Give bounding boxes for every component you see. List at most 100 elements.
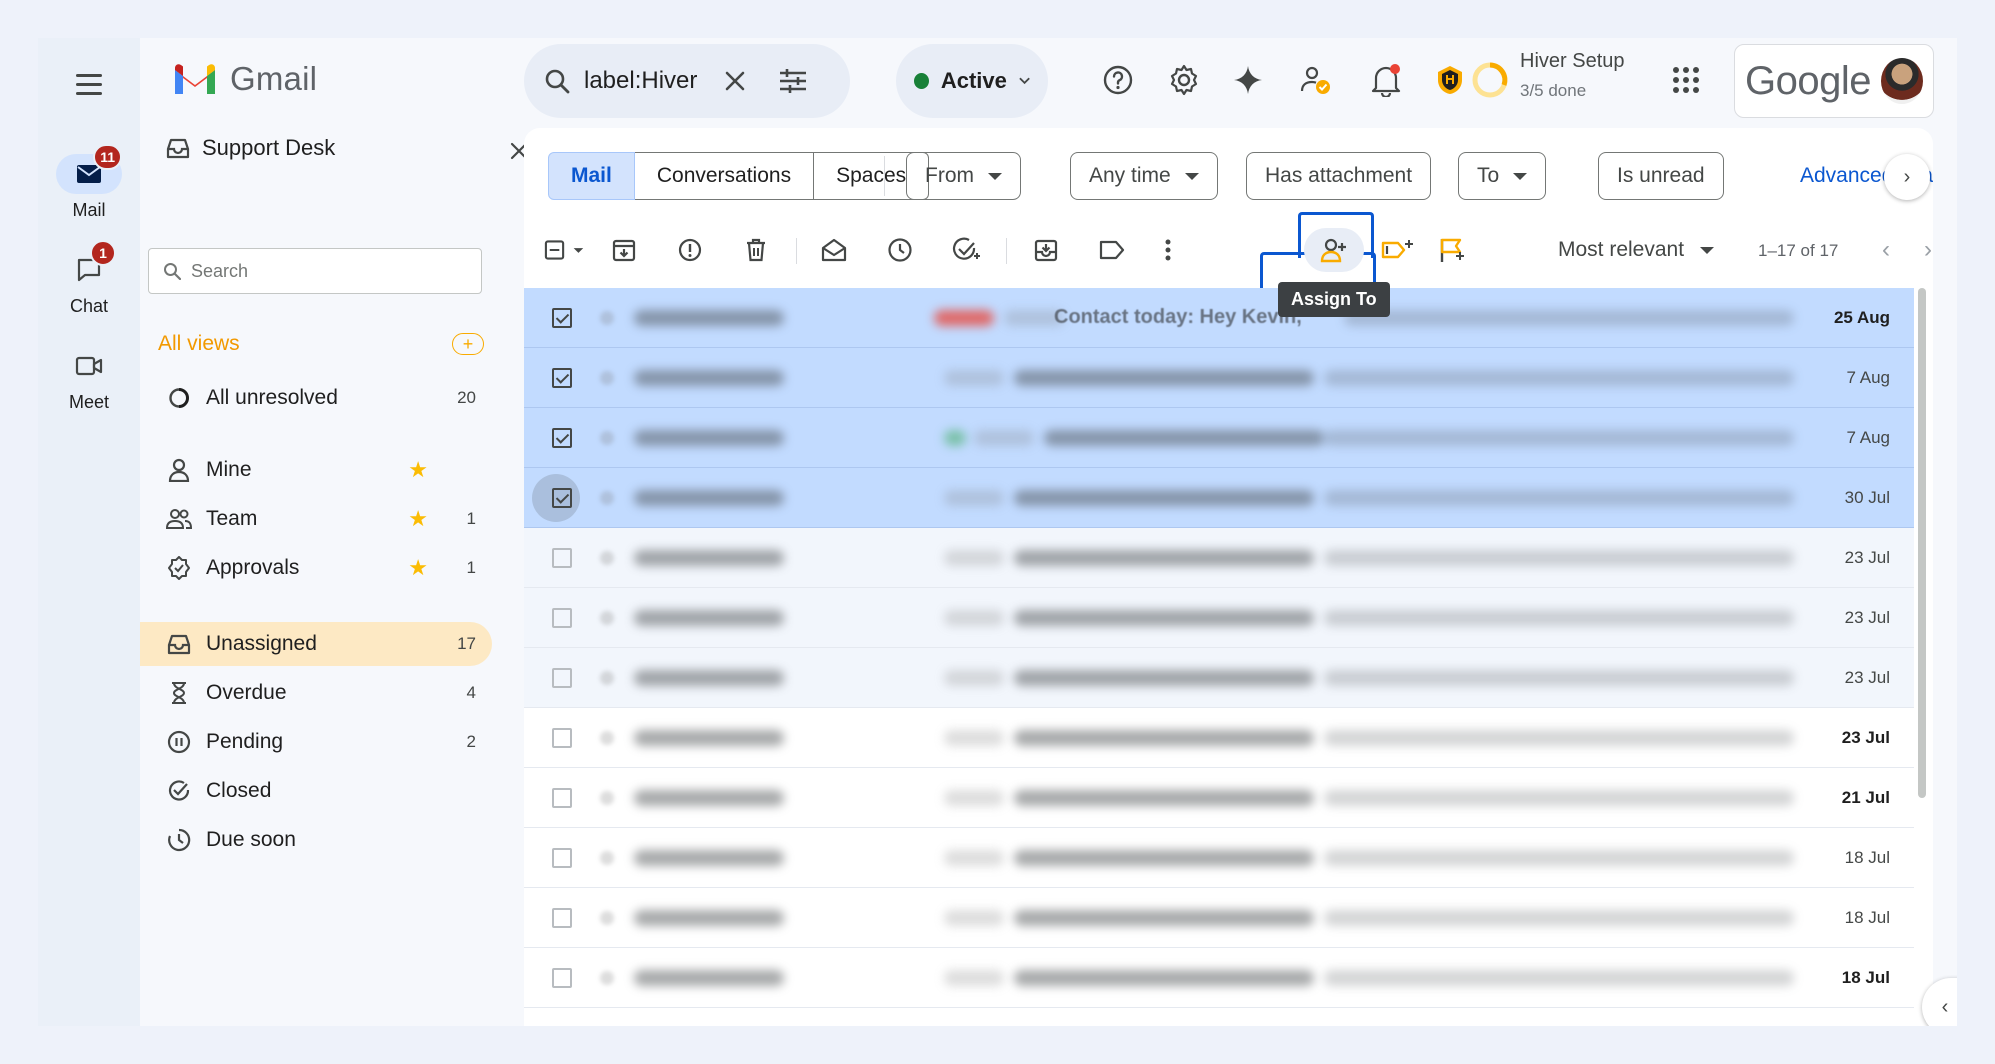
- next-page-icon[interactable]: ›: [1924, 236, 1932, 264]
- star-icon[interactable]: [600, 310, 614, 325]
- star-icon[interactable]: [600, 490, 614, 505]
- hiver-setup[interactable]: Hiver Setup 3/5 done: [1520, 50, 1625, 101]
- star-icon[interactable]: [600, 670, 614, 685]
- delete-icon[interactable]: [734, 228, 778, 272]
- star-icon[interactable]: [600, 970, 614, 985]
- report-spam-icon[interactable]: [668, 228, 712, 272]
- view-due-soon[interactable]: Due soon: [140, 818, 492, 862]
- search-bar[interactable]: label:Hiver: [524, 44, 850, 118]
- star-icon[interactable]: [600, 730, 614, 745]
- setup-progress-icon[interactable]: [1468, 58, 1512, 102]
- star-icon[interactable]: ★: [408, 506, 428, 532]
- archive-icon[interactable]: [602, 228, 646, 272]
- list-scrollbar[interactable]: [1918, 288, 1926, 798]
- table-row[interactable]: 18 Jul: [524, 828, 1914, 888]
- tab-conversations[interactable]: Conversations: [634, 152, 815, 200]
- move-to-icon[interactable]: [1024, 228, 1068, 272]
- search-input[interactable]: label:Hiver: [584, 67, 710, 95]
- notifications-bell-icon[interactable]: [1364, 58, 1408, 102]
- avatar[interactable]: [1880, 58, 1923, 104]
- status-selector[interactable]: Active: [896, 44, 1048, 118]
- star-icon[interactable]: [600, 850, 614, 865]
- row-checkbox[interactable]: [552, 607, 572, 628]
- table-row[interactable]: 23 Jul: [524, 588, 1914, 648]
- star-icon[interactable]: ★: [408, 555, 428, 581]
- search-icon[interactable]: [544, 68, 570, 94]
- row-checkbox[interactable]: [552, 667, 572, 688]
- add-to-tasks-icon[interactable]: [944, 228, 988, 272]
- chevron-right-icon[interactable]: ›: [1884, 154, 1930, 200]
- rail-mail[interactable]: 11 Mail: [38, 144, 140, 221]
- star-icon[interactable]: [600, 370, 614, 385]
- view-approvals[interactable]: Approvals ★ 1: [140, 546, 492, 590]
- star-icon[interactable]: [600, 550, 614, 565]
- settings-gear-icon[interactable]: [1162, 58, 1206, 102]
- sort-selector[interactable]: Most relevant: [1558, 238, 1715, 262]
- view-team[interactable]: Team ★ 1: [140, 497, 492, 541]
- hiver-shield-icon[interactable]: [1428, 58, 1472, 102]
- views-search-input[interactable]: Search: [148, 248, 482, 294]
- help-icon[interactable]: [1096, 58, 1140, 102]
- more-options-icon[interactable]: [1146, 228, 1190, 272]
- row-checkbox[interactable]: [552, 367, 572, 388]
- row-checkbox[interactable]: [552, 967, 572, 988]
- subject-redacted: [1014, 669, 1314, 686]
- tab-mail[interactable]: Mail: [548, 152, 635, 200]
- user-check-icon[interactable]: [1294, 58, 1338, 102]
- row-checkbox[interactable]: [552, 907, 572, 928]
- rail-chat[interactable]: 1 Chat: [38, 240, 140, 317]
- star-icon[interactable]: [600, 790, 614, 805]
- view-overdue[interactable]: Overdue 4: [140, 671, 492, 715]
- row-checkbox[interactable]: [552, 487, 572, 508]
- flag-icon[interactable]: [1430, 228, 1474, 272]
- view-count: 4: [466, 683, 476, 702]
- select-all-checkbox[interactable]: [544, 228, 588, 272]
- mark-as-read-icon[interactable]: [812, 228, 856, 272]
- tag-add-icon[interactable]: [1376, 228, 1420, 272]
- label-tag-icon[interactable]: [1090, 228, 1134, 272]
- row-checkbox[interactable]: [552, 727, 572, 748]
- view-all-unresolved[interactable]: All unresolved 20: [140, 376, 492, 420]
- filter-is-unread[interactable]: Is unread: [1598, 152, 1724, 200]
- table-row[interactable]: 18 Jul: [524, 948, 1914, 1008]
- search-options-icon[interactable]: [778, 68, 808, 94]
- view-pending[interactable]: Pending 2: [140, 720, 492, 764]
- row-checkbox[interactable]: [552, 307, 572, 328]
- view-mine[interactable]: Mine ★: [140, 448, 492, 492]
- row-checkbox[interactable]: [552, 847, 572, 868]
- assign-to-icon[interactable]: [1312, 228, 1356, 272]
- filter-from[interactable]: From: [906, 152, 1021, 200]
- add-view-button[interactable]: +: [452, 333, 484, 355]
- gemini-sparkle-icon[interactable]: [1226, 58, 1270, 102]
- gmail-logo[interactable]: Gmail: [172, 60, 317, 98]
- rail-meet[interactable]: Meet: [38, 346, 140, 413]
- prev-page-icon[interactable]: ‹: [1882, 236, 1890, 264]
- clear-search-icon[interactable]: [724, 70, 746, 92]
- main-menu-icon[interactable]: [71, 66, 107, 102]
- filter-has-attachment[interactable]: Has attachment: [1246, 152, 1432, 200]
- filter-to[interactable]: To: [1458, 152, 1547, 200]
- snooze-clock-icon[interactable]: [878, 228, 922, 272]
- apps-grid-icon[interactable]: [1664, 58, 1708, 102]
- table-row[interactable]: Contact today: Hey Kevin, 25 Aug: [524, 288, 1914, 348]
- filter-any-time[interactable]: Any time: [1070, 152, 1218, 200]
- view-unassigned[interactable]: Unassigned 17: [140, 622, 492, 666]
- table-row[interactable]: 18 Jul: [524, 888, 1914, 948]
- table-row[interactable]: 7 Aug: [524, 348, 1914, 408]
- table-row[interactable]: 7 Aug: [524, 408, 1914, 468]
- star-icon[interactable]: [600, 430, 614, 445]
- star-icon[interactable]: ★: [408, 457, 428, 483]
- account-switcher[interactable]: Google: [1734, 44, 1934, 118]
- star-icon[interactable]: [600, 910, 614, 925]
- view-closed[interactable]: Closed: [140, 769, 492, 813]
- table-row[interactable]: 23 Jul: [524, 708, 1914, 768]
- table-row[interactable]: 23 Jul: [524, 648, 1914, 708]
- table-row[interactable]: 21 Jul: [524, 768, 1914, 828]
- table-row[interactable]: 23 Jul: [524, 528, 1914, 588]
- table-row[interactable]: 30 Jul: [524, 468, 1914, 528]
- row-checkbox[interactable]: [552, 427, 572, 448]
- row-checkbox[interactable]: [552, 787, 572, 808]
- row-checkbox[interactable]: [552, 547, 572, 568]
- star-icon[interactable]: [600, 610, 614, 625]
- label-chip: [944, 849, 1004, 866]
